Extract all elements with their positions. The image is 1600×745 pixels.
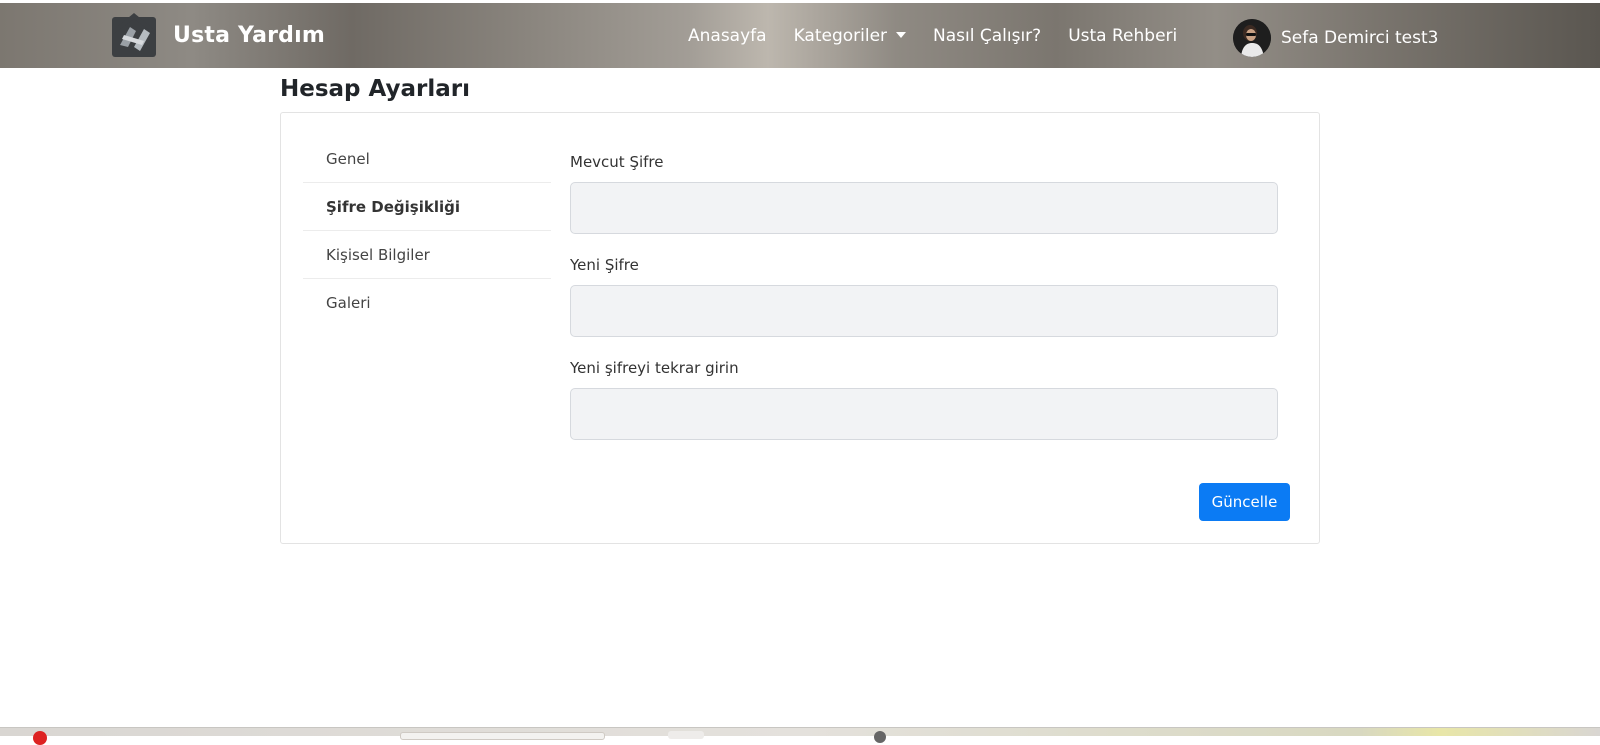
update-button[interactable]: Güncelle bbox=[1199, 483, 1290, 521]
confirm-password-input[interactable] bbox=[570, 388, 1278, 440]
sidebar-item-sifre-degisikligi[interactable]: Şifre Değişikliği bbox=[303, 183, 551, 231]
page-title: Hesap Ayarları bbox=[280, 76, 470, 102]
main-nav: Anasayfa Kategoriler Nasıl Çalışır? Usta… bbox=[688, 3, 1177, 68]
confirm-password-group: Yeni şifreyi tekrar girin bbox=[570, 355, 1278, 440]
chevron-down-icon bbox=[896, 31, 907, 38]
taskbar-app-icon[interactable] bbox=[874, 731, 886, 743]
sidebar-item-genel[interactable]: Genel bbox=[303, 135, 551, 183]
user-avatar-icon bbox=[1233, 19, 1271, 57]
password-change-form: Mevcut Şifre Yeni Şifre Yeni şifreyi tek… bbox=[570, 149, 1278, 458]
nav-item-usta-rehberi[interactable]: Usta Rehberi bbox=[1068, 26, 1177, 46]
nav-item-kategoriler[interactable]: Kategoriler bbox=[793, 25, 907, 46]
sidebar-item-galeri[interactable]: Galeri bbox=[303, 279, 551, 327]
taskbar-app-icon[interactable] bbox=[668, 731, 704, 739]
house-tools-logo-icon bbox=[110, 11, 158, 59]
confirm-password-label: Yeni şifreyi tekrar girin bbox=[570, 359, 739, 377]
settings-sidebar: Genel Şifre Değişikliği Kişisel Bilgiler… bbox=[303, 135, 551, 327]
nav-item-anasayfa[interactable]: Anasayfa bbox=[688, 26, 767, 46]
nav-item-kategoriler-label: Kategoriler bbox=[793, 25, 888, 46]
new-password-input[interactable] bbox=[570, 285, 1278, 337]
new-password-group: Yeni Şifre bbox=[570, 252, 1278, 337]
brand-name: Usta Yardım bbox=[173, 22, 325, 48]
user-menu[interactable]: Sefa Demirci test3 bbox=[1233, 19, 1438, 57]
settings-card: Genel Şifre Değişikliği Kişisel Bilgiler… bbox=[280, 112, 1320, 544]
top-navbar: Usta Yardım Anasayfa Kategoriler Nasıl Ç… bbox=[0, 3, 1600, 68]
taskbar-search-field[interactable] bbox=[400, 732, 605, 740]
current-password-group: Mevcut Şifre bbox=[570, 149, 1278, 234]
new-password-label: Yeni Şifre bbox=[570, 256, 639, 274]
os-taskbar bbox=[0, 727, 1600, 745]
nav-item-nasil-calisir[interactable]: Nasıl Çalışır? bbox=[933, 26, 1041, 46]
sidebar-item-kisisel-bilgiler[interactable]: Kişisel Bilgiler bbox=[303, 231, 551, 279]
user-name: Sefa Demirci test3 bbox=[1281, 28, 1439, 48]
current-password-label: Mevcut Şifre bbox=[570, 153, 664, 171]
app-icon[interactable] bbox=[33, 731, 47, 745]
current-password-input[interactable] bbox=[570, 182, 1278, 234]
brand-link[interactable]: Usta Yardım bbox=[110, 11, 325, 59]
